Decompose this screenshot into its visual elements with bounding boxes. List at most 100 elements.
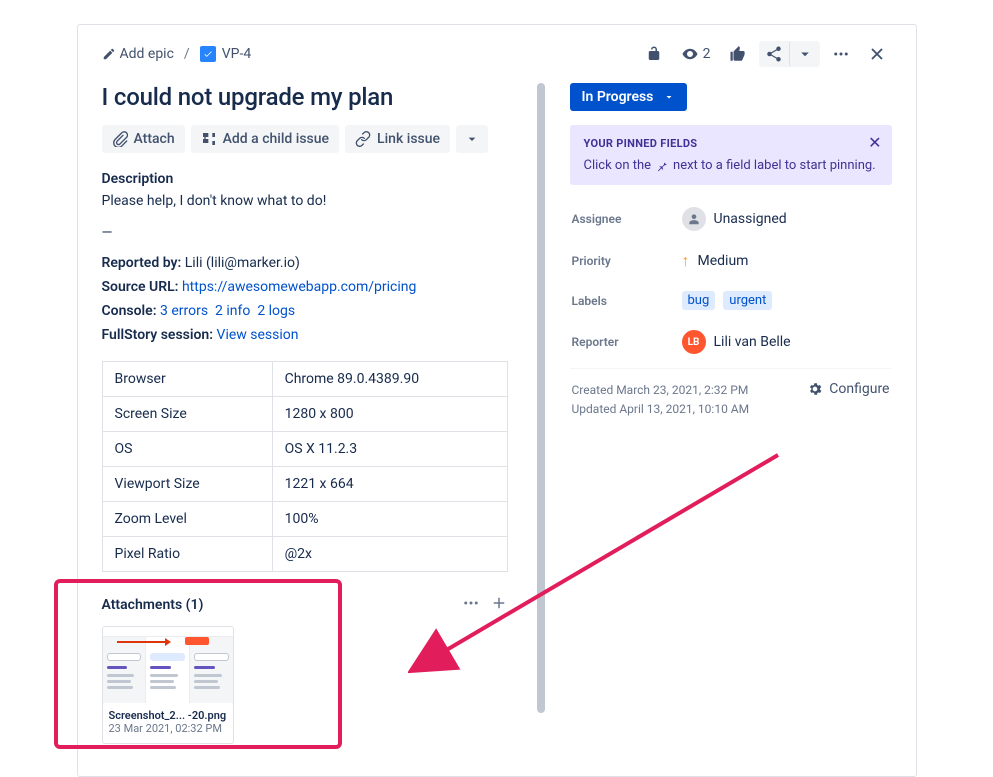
task-icon [200,46,216,62]
pencil-icon [102,47,116,61]
status-label: In Progress [582,89,654,105]
env-key: Viewport Size [102,467,272,502]
attachments-head-actions [462,594,508,616]
env-val: Chrome 89.0.4389.90 [272,362,507,397]
attachment-date: 23 Mar 2021, 02:32 PM [109,722,227,735]
description-separator: — [102,225,508,241]
fullstory-line: FullStory session: View session [102,327,508,343]
attach-button[interactable]: Attach [102,125,185,153]
table-row: OSOS X 11.2.3 [102,432,507,467]
table-row: BrowserChrome 89.0.4389.90 [102,362,507,397]
source-url-link[interactable]: https://awesomewebapp.com/pricing [182,279,416,295]
attach-label: Attach [134,131,175,147]
description-heading: Description [102,171,508,187]
watch-count: 2 [703,46,711,62]
source-url-label: Source URL: [102,279,179,295]
ellipsis-icon [832,45,850,63]
priority-medium-icon: ↑ [682,251,690,271]
console-line: Console: 3 errors 2 info 2 logs [102,303,508,319]
top-bar: Add epic / VP-4 2 [102,41,892,67]
close-button[interactable] [862,41,892,67]
like-button[interactable] [723,41,753,67]
issue-meta-footer: Created March 23, 2021, 2:32 PM Updated … [570,381,892,419]
attachments-section: Attachments (1) [102,594,508,744]
attachment-thumbnail [103,627,233,703]
env-val: 100% [272,502,507,537]
add-child-issue-button[interactable]: Add a child issue [191,125,339,153]
pinned-close-button[interactable]: ✕ [868,135,881,151]
priority-label: Priority [572,254,682,268]
add-epic-button[interactable]: Add epic [102,46,174,62]
console-logs-link[interactable]: 2 logs [257,303,295,319]
pin-icon [655,159,669,173]
env-key: Browser [102,362,272,397]
fullstory-label: FullStory session: [102,327,214,343]
share-icon [765,45,783,63]
description-text[interactable]: Please help, I don't know what to do! [102,193,508,209]
unassigned-avatar-icon [682,207,706,231]
right-divider [570,368,892,369]
status-dropdown[interactable]: In Progress [570,83,688,111]
more-issue-actions-button[interactable] [456,125,488,153]
attachment-meta: Screenshot_2... -20.png 23 Mar 2021, 02:… [103,703,233,743]
issue-modal: Add epic / VP-4 2 [77,24,917,777]
configure-button[interactable]: Configure [807,381,889,397]
created-timestamp: Created March 23, 2021, 2:32 PM [572,381,750,400]
console-info-link[interactable]: 2 info [215,303,250,319]
attachments-add-button[interactable] [490,594,508,616]
pinned-fields-text: Click on the next to a field label to st… [584,158,878,173]
top-actions: 2 [639,41,892,67]
link-icon [355,131,371,147]
chevron-down-icon [464,131,480,147]
console-label: Console: [102,303,157,319]
share-dropdown-button[interactable] [789,41,820,67]
label-chip[interactable]: bug [682,291,716,310]
fullstory-link[interactable]: View session [217,327,299,343]
reported-by-label: Reported by: [102,255,182,271]
table-row: Screen Size1280 x 800 [102,397,507,432]
watch-button[interactable]: 2 [675,41,717,67]
attachments-more-button[interactable] [462,594,480,616]
attachment-card[interactable]: Screenshot_2... -20.png 23 Mar 2021, 02:… [102,626,234,744]
unlock-icon [645,45,663,63]
left-column: I could not upgrade my plan Attach Add a… [102,83,512,768]
attachment-filename: Screenshot_2... -20.png [109,709,227,722]
env-val: 1280 x 800 [272,397,507,432]
label-chip[interactable]: urgent [723,291,772,310]
env-key: Pixel Ratio [102,537,272,572]
env-key: OS [102,432,272,467]
lock-button[interactable] [639,41,669,67]
link-issue-button[interactable]: Link issue [345,125,450,153]
source-url-line: Source URL: https://awesomewebapp.com/pr… [102,279,508,295]
labels-field[interactable]: Labels bug urgent [570,281,892,320]
table-row: Zoom Level100% [102,502,507,537]
chevron-down-icon [796,45,814,63]
reporter-avatar: LB [682,330,706,354]
env-key: Zoom Level [102,502,272,537]
assignee-field[interactable]: Assignee Unassigned [570,197,892,241]
issue-title[interactable]: I could not upgrade my plan [102,83,508,111]
env-key: Screen Size [102,397,272,432]
issue-key-text: VP-4 [222,46,251,62]
paperclip-icon [112,131,128,147]
left-column-scrollbar[interactable] [536,83,546,768]
link-issue-label: Link issue [377,131,440,147]
issue-key-link[interactable]: VP-4 [200,46,251,62]
reporter-field[interactable]: Reporter LB Lili van Belle [570,320,892,364]
ellipsis-icon [462,594,480,612]
breadcrumb-separator: / [184,46,190,62]
eye-icon [681,45,699,63]
pinned-fields-title: YOUR PINNED FIELDS [584,137,878,150]
env-val: OS X 11.2.3 [272,432,507,467]
plus-icon [490,594,508,612]
priority-field[interactable]: Priority ↑ Medium [570,241,892,281]
environment-table: BrowserChrome 89.0.4389.90 Screen Size12… [102,361,508,572]
share-button[interactable] [759,41,789,67]
subtask-icon [201,131,217,147]
console-errors-link[interactable]: 3 errors [160,303,208,319]
priority-value: Medium [698,253,749,269]
configure-label: Configure [829,381,889,397]
pinned-fields-banner: ✕ YOUR PINNED FIELDS Click on the next t… [570,125,892,185]
add-child-label: Add a child issue [223,131,329,147]
more-actions-button[interactable] [826,41,856,67]
